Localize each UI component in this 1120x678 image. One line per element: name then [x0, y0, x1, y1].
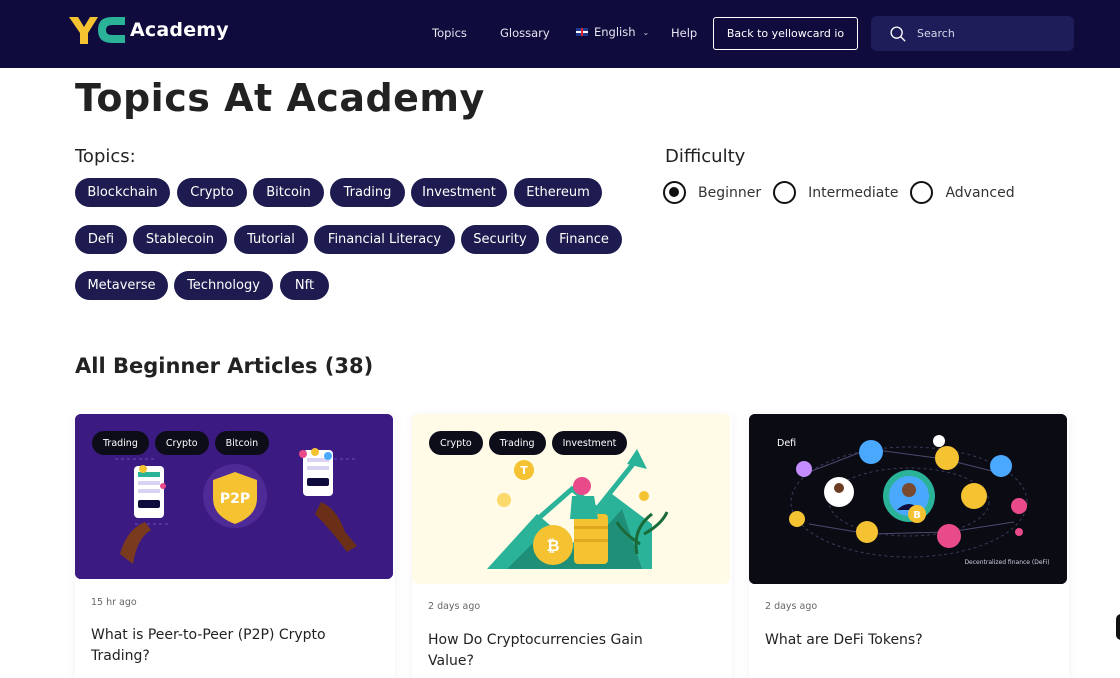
- svg-text:B: B: [913, 510, 921, 521]
- topic-chip-finance[interactable]: Finance: [546, 225, 622, 254]
- topic-chip-defi[interactable]: Defi: [75, 225, 127, 254]
- topic-chip-financial-literacy[interactable]: Financial Literacy: [314, 225, 455, 254]
- scroll-handle[interactable]: [1116, 614, 1120, 640]
- topic-chip-ethereum[interactable]: Ethereum: [514, 178, 602, 207]
- uk-flag-icon: [576, 28, 588, 36]
- radio-label: Advanced: [945, 184, 1015, 201]
- topic-chip-bitcoin[interactable]: Bitcoin: [253, 178, 324, 207]
- nav-glossary-link[interactable]: Glossary: [500, 25, 550, 41]
- radio-label: Beginner: [698, 184, 762, 201]
- search-box[interactable]: [871, 16, 1074, 51]
- article-tag[interactable]: Defi: [777, 438, 796, 449]
- radio-label: Intermediate: [808, 184, 899, 201]
- difficulty-radio-group: Beginner Intermediate Advanced: [663, 181, 1027, 204]
- defi-network-illustration: B Decentralized finance (DeFi): [749, 414, 1067, 584]
- topic-chip-tutorial[interactable]: Tutorial: [234, 225, 308, 254]
- svg-text:₿: ₿: [546, 536, 559, 555]
- article-thumbnail[interactable]: B Decentralized finance (DeFi): [749, 414, 1067, 584]
- topic-chip-crypto[interactable]: Crypto: [177, 178, 247, 207]
- article-title[interactable]: What are DeFi Tokens?: [765, 630, 1025, 651]
- article-tag[interactable]: Bitcoin: [214, 431, 270, 455]
- article-timestamp: 15 hr ago: [91, 597, 137, 608]
- radio-unchecked-icon[interactable]: [910, 181, 934, 204]
- nav-help-link[interactable]: Help: [671, 25, 697, 41]
- article-title[interactable]: What is Peer-to-Peer (P2P) Crypto Tradin…: [91, 625, 351, 667]
- topic-chip-stablecoin[interactable]: Stablecoin: [133, 225, 227, 254]
- logo-text: Academy: [130, 19, 229, 41]
- language-selector[interactable]: English ⌄: [576, 25, 649, 39]
- articles-heading: All Beginner Articles (38): [75, 354, 374, 378]
- article-tag[interactable]: Trading: [488, 431, 546, 455]
- article-card-defi-tokens[interactable]: B Decentralized finance (DeFi) Defi 2 da…: [749, 414, 1069, 678]
- search-input[interactable]: [917, 27, 1067, 40]
- article-timestamp: 2 days ago: [428, 601, 481, 612]
- topic-chip-metaverse[interactable]: Metaverse: [75, 271, 168, 300]
- article-tag[interactable]: Investment: [551, 431, 628, 455]
- top-nav-bar: Academy Topics Glossary English ⌄ Help B…: [0, 0, 1120, 68]
- topic-chip-investment[interactable]: Investment: [411, 178, 507, 207]
- difficulty-option-intermediate[interactable]: Intermediate: [773, 181, 898, 204]
- topic-chip-security[interactable]: Security: [461, 225, 539, 254]
- article-tag[interactable]: Trading: [92, 431, 149, 455]
- article-title[interactable]: How Do Cryptocurrencies Gain Value?: [428, 630, 688, 672]
- article-tags: Crypto Trading Investment: [429, 431, 633, 455]
- topics-label: Topics:: [75, 146, 136, 167]
- svg-text:T: T: [520, 464, 528, 477]
- article-tag[interactable]: Crypto: [429, 431, 483, 455]
- article-timestamp: 2 days ago: [765, 601, 818, 612]
- p2p-badge-text: P2P: [220, 491, 250, 507]
- radio-unchecked-icon[interactable]: [773, 181, 797, 204]
- topic-chip-blockchain[interactable]: Blockchain: [75, 178, 170, 207]
- topic-chip-nft[interactable]: Nft: [280, 271, 329, 300]
- topic-chip-trading[interactable]: Trading: [330, 178, 405, 207]
- article-card-p2p[interactable]: P2P Trading Crypto Bitcoin 15 hr ago Wha…: [75, 414, 395, 678]
- academy-logo[interactable]: Academy: [68, 14, 229, 46]
- article-tags: Trading Crypto Bitcoin: [92, 431, 275, 455]
- yellowcard-logo-icon: [69, 17, 125, 44]
- page-title: Topics At Academy: [75, 76, 485, 120]
- chevron-down-icon: ⌄: [642, 27, 650, 37]
- defi-image-caption: Decentralized finance (DeFi): [964, 559, 1049, 566]
- back-to-yellowcard-button[interactable]: Back to yellowcard io: [713, 17, 858, 50]
- difficulty-option-beginner[interactable]: Beginner: [663, 181, 761, 204]
- article-card-crypto-value[interactable]: ₿ T Crypto Trading Investment 2 days ago…: [412, 414, 732, 678]
- difficulty-option-advanced[interactable]: Advanced: [910, 181, 1015, 204]
- article-tag[interactable]: Crypto: [154, 431, 209, 455]
- topic-chip-technology[interactable]: Technology: [174, 271, 273, 300]
- language-label: English: [594, 25, 636, 39]
- search-icon: [890, 26, 906, 42]
- radio-checked-icon[interactable]: [663, 181, 686, 204]
- difficulty-label: Difficulty: [665, 146, 746, 167]
- nav-topics-link[interactable]: Topics: [432, 25, 467, 41]
